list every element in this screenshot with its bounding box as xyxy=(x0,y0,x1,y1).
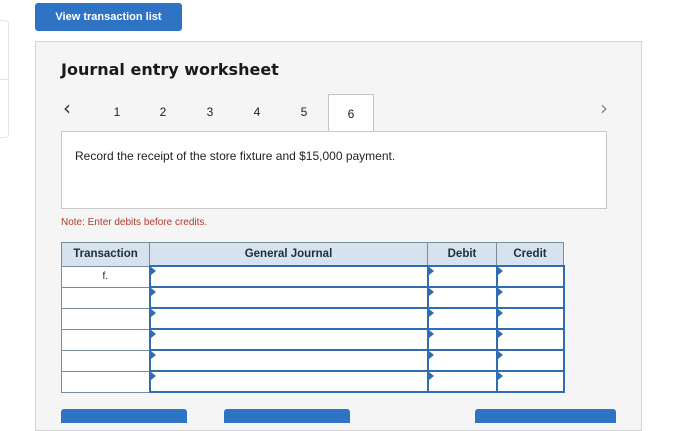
journal-header-row: Transaction General Journal Debit Credit xyxy=(61,242,564,267)
tab-5[interactable]: 5 xyxy=(281,94,327,130)
tab-3[interactable]: 3 xyxy=(187,94,233,130)
credit-input[interactable] xyxy=(495,349,565,372)
debit-input[interactable] xyxy=(426,349,498,372)
tab-6[interactable]: 6 xyxy=(328,94,374,132)
table-row xyxy=(61,328,565,351)
credit-header: Credit xyxy=(496,242,564,267)
debit-input[interactable] xyxy=(426,286,498,309)
debit-input[interactable] xyxy=(426,370,498,393)
transaction-cell xyxy=(61,307,150,330)
side-panel-edge xyxy=(0,20,9,138)
tab-1[interactable]: 1 xyxy=(94,94,140,130)
account-input[interactable] xyxy=(148,265,429,288)
table-row xyxy=(61,307,565,330)
table-row: f. xyxy=(61,265,565,288)
worksheet-title: Journal entry worksheet xyxy=(61,60,279,79)
transaction-cell xyxy=(61,349,150,372)
tab-4[interactable]: 4 xyxy=(234,94,280,130)
debit-header: Debit xyxy=(427,242,497,267)
debit-input[interactable] xyxy=(426,265,498,288)
table-row xyxy=(61,286,565,309)
tab-2[interactable]: 2 xyxy=(140,94,186,130)
general-journal-header: General Journal xyxy=(149,242,428,267)
credit-input[interactable] xyxy=(495,328,565,351)
table-row xyxy=(61,370,565,393)
chevron-left-icon[interactable]: ‹ xyxy=(63,98,71,118)
transaction-cell xyxy=(61,370,150,393)
bottom-action-button-1[interactable] xyxy=(61,409,187,423)
journal-entry-worksheet: Journal entry worksheet ‹ › 1 2 3 4 5 6 … xyxy=(35,41,642,431)
bottom-action-button-3[interactable] xyxy=(475,409,616,423)
transaction-header: Transaction xyxy=(61,242,150,267)
debit-input[interactable] xyxy=(426,328,498,351)
account-input[interactable] xyxy=(148,349,429,372)
account-input[interactable] xyxy=(148,370,429,393)
transaction-cell: f. xyxy=(61,265,150,288)
debit-input[interactable] xyxy=(426,307,498,330)
credit-input[interactable] xyxy=(495,286,565,309)
credit-input[interactable] xyxy=(495,307,565,330)
debit-credit-note: Note: Enter debits before credits. xyxy=(61,217,208,228)
transaction-prompt: Record the receipt of the store fixture … xyxy=(61,131,607,209)
view-transaction-list-button[interactable]: View transaction list xyxy=(35,3,182,31)
journal-table: Transaction General Journal Debit Credit… xyxy=(61,242,565,393)
account-input[interactable] xyxy=(148,286,429,309)
table-row xyxy=(61,349,565,372)
bottom-action-button-2[interactable] xyxy=(224,409,350,423)
credit-input[interactable] xyxy=(495,370,565,393)
transaction-cell xyxy=(61,328,150,351)
transaction-cell xyxy=(61,286,150,309)
credit-input[interactable] xyxy=(495,265,565,288)
chevron-right-icon[interactable]: › xyxy=(600,98,608,118)
account-input[interactable] xyxy=(148,328,429,351)
account-input[interactable] xyxy=(148,307,429,330)
